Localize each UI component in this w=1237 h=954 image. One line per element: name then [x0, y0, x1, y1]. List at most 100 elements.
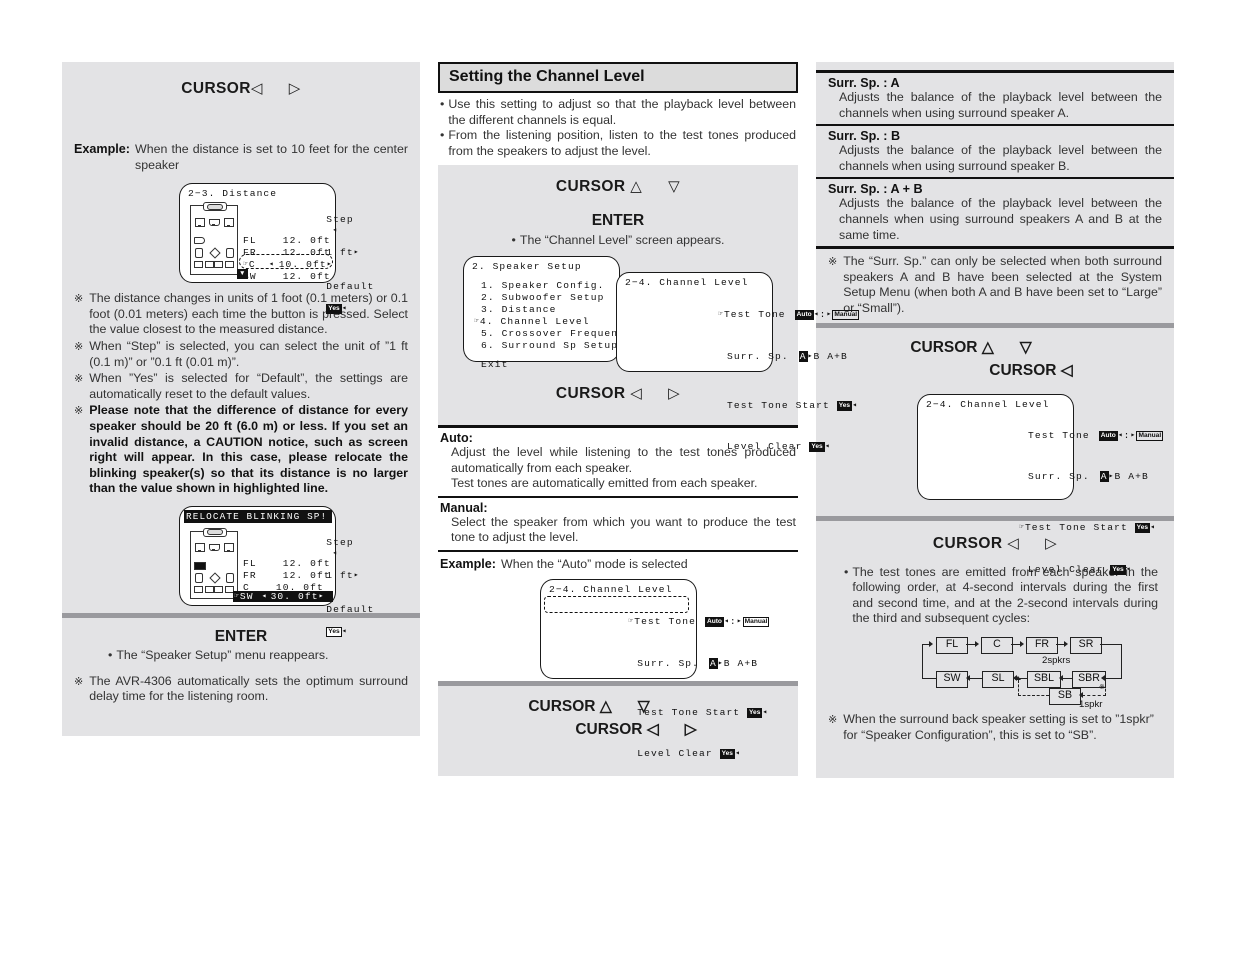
lcd-title: 2. Speaker Setup — [472, 260, 582, 272]
level-clear-value[interactable]: Yes — [1110, 564, 1126, 575]
test-tone-start-row-selected[interactable]: ☞Test Tone Start Yes ◂ — [923, 511, 1155, 544]
note-distance-warning: ※ Please note that the difference of dis… — [74, 403, 408, 496]
flow-box-sl: SL — [982, 670, 1014, 688]
test-tone-start-row[interactable]: Test Tone Start Yes ◂ — [622, 389, 857, 422]
surr-sp-label: Surr. Sp. — [1028, 470, 1090, 482]
surr-sp-ab-value[interactable]: A+B — [827, 351, 848, 362]
menu-item-exit[interactable]: Exit — [474, 359, 619, 370]
flow-arrow-left-icon — [1059, 674, 1063, 681]
surr-sp-ab-value[interactable]: A+B — [1128, 471, 1149, 482]
test-tone-manual-value[interactable]: Manual — [742, 616, 770, 627]
center-speaker-base — [212, 548, 215, 551]
left-arrow-icon: ◂ — [326, 226, 339, 236]
lcd-speaker-setup-screen: 2. Speaker Setup 1. Speaker Config. 2. S… — [463, 255, 631, 370]
note-mark-icon: ※ — [74, 675, 84, 688]
bullet-icon: • — [108, 647, 113, 662]
lcd-example-channel-level-screen: 2−4. Channel Level ☞Test Tone Auto ◂:▸ Manu… — [540, 578, 770, 759]
listener-icon — [209, 572, 221, 584]
surround-left-speaker-icon — [195, 248, 203, 259]
row-value: 12. 0ft — [282, 569, 331, 581]
surr-sp-a-title: Surr. Sp. : A — [828, 76, 900, 90]
test-tone-row[interactable]: Test Tone Auto ◂:▸ Manual — [923, 419, 1164, 452]
test-tone-label: Test Tone — [634, 615, 696, 627]
manual-description-block: Manual: Select the speaker from which yo… — [438, 497, 798, 550]
auto-text-2: Test tones are automatically emitted fro… — [451, 476, 758, 491]
test-tone-manual-value[interactable]: Manual — [1136, 430, 1164, 441]
example-text: When the “Auto” mode is selected — [501, 556, 688, 571]
test-tone-start-value[interactable]: Yes — [836, 400, 853, 411]
surr-sp-a-value[interactable]: A — [1099, 470, 1109, 482]
cursor-up-down-heading: CURSOR △ ▽ — [816, 328, 1174, 357]
menu-item[interactable]: 3. Distance — [474, 304, 619, 315]
surround-left-speaker-icon — [195, 572, 203, 583]
right-arrow-icon: ▸ — [318, 591, 325, 601]
level-clear-row[interactable]: Level Clear Yes ◂ — [546, 737, 740, 770]
test-tone-label: Test Tone — [1028, 429, 1090, 441]
surr-sp-row[interactable]: Surr. Sp. A▸B A+B — [622, 340, 847, 373]
cursor-down-icon: ▽ — [668, 178, 681, 196]
manual-text: Select the speaker from which you want t… — [451, 514, 796, 545]
surr-sp-b-value[interactable]: B — [724, 658, 731, 669]
menu-item[interactable]: 1. Speaker Config. — [474, 280, 619, 291]
test-tone-auto-value[interactable]: Auto — [1098, 430, 1118, 441]
note-default-reset: ※ When ”Yes” is selected for “Default”, … — [74, 371, 408, 401]
flow-link — [1062, 677, 1072, 680]
left-arrow-icon: ◂ — [824, 441, 831, 451]
surr-sp-b-value[interactable]: B — [1115, 471, 1122, 482]
test-tone-row[interactable]: ☞Test Tone Auto ◂:▸ Manual — [622, 298, 860, 331]
test-tone-start-value[interactable]: Yes — [747, 707, 763, 718]
row-value: 12. 0ft — [282, 271, 331, 283]
test-tone-start-label: Test Tone Start — [1024, 521, 1128, 533]
example-block: Example: When the “Auto” mode is selecte… — [438, 551, 798, 573]
separator: : — [1123, 429, 1131, 441]
lcd-caution-screen: RELOCATE BLINKING SP! Step ◂ 1 ft▸ Defau… — [179, 505, 373, 637]
row-value: 12. 0ft — [282, 557, 331, 569]
test-tone-start-row[interactable]: Test Tone Start Yes ◂ — [546, 696, 767, 729]
right-arrow-icon: ▸ — [353, 248, 360, 258]
flow-box-sr: SR — [1070, 636, 1102, 654]
test-tone-auto-value[interactable]: Auto — [704, 616, 724, 627]
level-clear-value[interactable]: Yes — [719, 748, 735, 759]
flow-link-dashed — [1018, 679, 1019, 696]
level-clear-value[interactable]: Yes — [809, 441, 825, 452]
menu-item-selected[interactable]: ☞4. Channel Level — [474, 316, 619, 327]
lcd-speaker-row: FL 12. 0ft — [243, 558, 331, 569]
room-layout-diagram — [190, 527, 238, 599]
enter-bullet: • The “Speaker Setup” menu reappears. — [108, 647, 329, 662]
left-arrow-icon: ◂ — [341, 304, 348, 314]
test-tone-start-value[interactable]: Yes — [1134, 522, 1151, 533]
menu-item[interactable]: 6. Surround Sp Setup — [474, 340, 619, 351]
column-surround-speakers: Surr. Sp. : A Adjusts the balance of the… — [816, 62, 1174, 778]
column-channel-level: Setting the Channel Level • Use this set… — [438, 62, 860, 812]
lcd-title: 2−3. Distance — [188, 188, 278, 200]
menu-item[interactable]: 2. Subwoofer Setup — [474, 292, 619, 303]
front-right-speaker-base — [226, 225, 230, 228]
cursor-left-heading: CURSOR ◁ — [816, 357, 1174, 380]
lcd-channel-level-screen: 2−4. Channel Level Test Tone Auto ◂:▸ Manua… — [917, 393, 1164, 575]
bullet-icon: • — [440, 97, 445, 111]
surr-sp-ab-block: Surr. Sp. : A + B Adjusts the balance of… — [816, 179, 1174, 246]
surr-sp-b-value[interactable]: B — [814, 351, 821, 362]
test-tone-auto-value[interactable]: Auto — [794, 309, 814, 320]
surr-sp-row[interactable]: Surr. Sp. A▸B A+B — [923, 460, 1148, 493]
surr-sp-a-value[interactable]: A — [709, 657, 718, 669]
surr-sp-a-value[interactable]: A — [798, 350, 808, 362]
surround-right-speaker-icon — [226, 572, 234, 583]
row-name: FL — [243, 557, 257, 569]
left-arrow-icon: ◂ — [762, 707, 769, 717]
bullet-icon: • — [844, 564, 849, 579]
menu-item[interactable]: 5. Crossover Frequency — [474, 328, 631, 339]
test-tone-manual-value[interactable]: Manual — [832, 309, 860, 320]
surr-sp-row[interactable]: Surr. Sp. A▸B A+B — [546, 647, 757, 680]
example-distance: Example: When the distance is set to 10 … — [74, 142, 408, 173]
flow-arrow-right-icon — [929, 640, 933, 647]
manual-label: Manual: — [440, 500, 488, 515]
surr-sp-ab-value[interactable]: A+B — [738, 658, 759, 669]
flow-link — [969, 677, 982, 680]
lcd-default-value: Yes — [326, 304, 342, 315]
level-clear-row[interactable]: Level Clear Yes ◂ — [923, 553, 1131, 586]
flow-label-2spkrs: 2spkrs — [1042, 654, 1071, 666]
note-mark-icon: ※ — [74, 373, 84, 386]
level-clear-row[interactable]: Level Clear Yes ◂ — [622, 430, 830, 463]
test-tone-label: Test Tone — [723, 308, 786, 320]
